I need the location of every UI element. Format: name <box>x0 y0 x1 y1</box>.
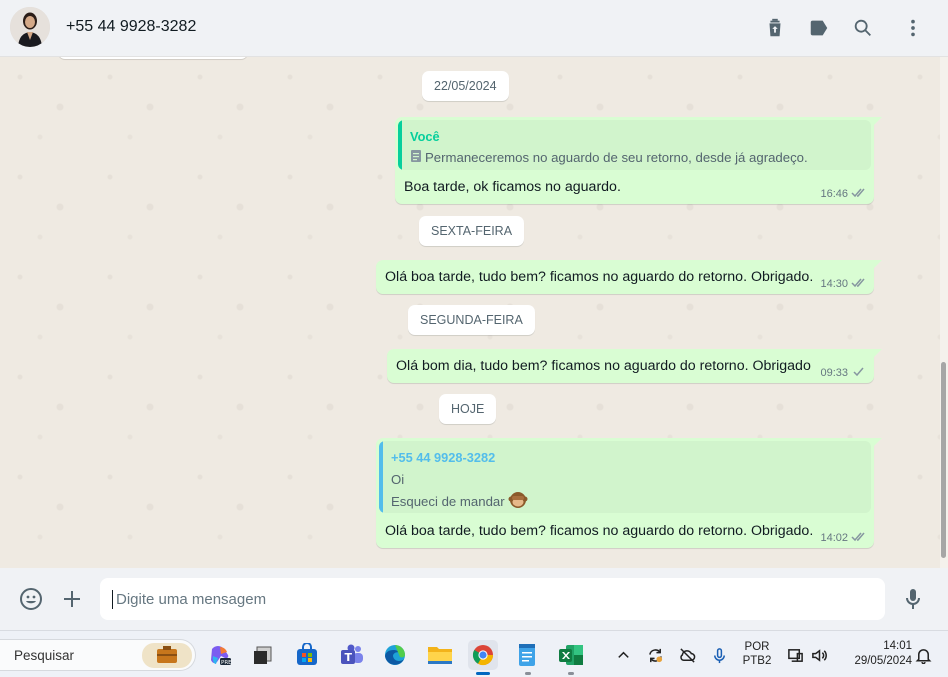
copilot-icon[interactable]: PRE <box>205 640 235 670</box>
clock[interactable]: 14:01 29/05/2024 <box>838 640 912 667</box>
quote-bar <box>379 441 383 513</box>
menu-icon[interactable] <box>899 14 927 42</box>
contact-avatar[interactable] <box>10 7 50 47</box>
windows-taskbar: Pesquisar PRE T POR PTB2 14:01 29/05/202… <box>0 630 948 677</box>
teams-icon[interactable]: T <box>337 640 367 670</box>
sync-icon[interactable] <box>646 646 664 664</box>
date-chip: 22/05/2024 <box>422 71 509 101</box>
text-cursor <box>112 590 113 609</box>
quote-text-line: Esqueci de mandar <box>391 490 528 513</box>
chrome-icon[interactable] <box>468 640 498 670</box>
chat-scrollbar-thumb[interactable] <box>941 362 946 558</box>
app-running-indicator <box>568 672 574 675</box>
app-running-indicator <box>525 672 531 675</box>
file-explorer-icon[interactable] <box>425 640 455 670</box>
quoted-message[interactable]: Você Permaneceremos no aguardo de seu re… <box>398 120 871 170</box>
emoji-icon[interactable] <box>16 584 46 614</box>
chevron-up-icon[interactable] <box>614 646 632 664</box>
taskbar-search-label: Pesquisar <box>14 648 75 663</box>
label-icon[interactable] <box>805 14 833 42</box>
document-icon <box>410 149 422 166</box>
svg-text:PRE: PRE <box>221 660 232 666</box>
quote-text: Permaneceremos no aguardo de seu retorno… <box>425 150 808 165</box>
quoted-message[interactable]: +55 44 9928-3282 Oi Esqueci de mandar <box>379 441 871 513</box>
notification-bell-icon[interactable] <box>914 646 932 664</box>
contact-name[interactable]: +55 44 9928-3282 <box>66 18 196 36</box>
message-meta: 09:33 <box>820 366 867 380</box>
chat-header: +55 44 9928-3282 <box>0 0 948 57</box>
quote-text: Esqueci de mandar <box>391 494 505 509</box>
svg-text:T: T <box>345 651 353 664</box>
double-check-icon <box>851 187 867 201</box>
chat-area[interactable]: 22/05/2024 Você Permaneceremos no aguard… <box>0 57 948 568</box>
microphone-tray-icon[interactable] <box>710 646 728 664</box>
message-bubble[interactable]: +55 44 9928-3282 Oi Esqueci de mandar Ol… <box>376 438 882 548</box>
double-check-icon <box>851 277 867 291</box>
volume-icon[interactable] <box>810 646 828 664</box>
message-time: 16:46 <box>820 188 848 200</box>
message-text: Olá boa tarde, tudo bem? ficamos no agua… <box>385 269 814 285</box>
microphone-icon[interactable] <box>898 584 928 614</box>
quote-author: Você <box>410 129 440 144</box>
message-bubble[interactable]: Você Permaneceremos no aguardo de seu re… <box>395 117 882 204</box>
search-icon[interactable] <box>849 14 877 42</box>
edge-icon[interactable] <box>380 640 410 670</box>
message-text: Boa tarde, ok ficamos no aguardo. <box>404 179 621 195</box>
trash-icon[interactable] <box>761 14 789 42</box>
quote-author: +55 44 9928-3282 <box>391 450 496 465</box>
message-bubble[interactable]: Olá boa tarde, tudo bem? ficamos no agua… <box>376 260 882 294</box>
network-icon[interactable] <box>786 646 804 664</box>
quote-text-line: Permaneceremos no aguardo de seu retorno… <box>410 149 808 166</box>
keyboard-layout: PTB2 <box>742 655 772 667</box>
double-check-icon <box>851 531 867 545</box>
monkey-emoji-icon <box>508 490 528 513</box>
quote-text: Oi <box>391 472 405 487</box>
plus-icon[interactable] <box>57 584 87 614</box>
date-chip: HOJE <box>439 394 497 424</box>
date-chip: SEGUNDA-FEIRA <box>408 305 535 335</box>
message-time: 09:33 <box>820 367 848 379</box>
language-indicator[interactable]: POR PTB2 <box>741 641 773 667</box>
message-time: 14:02 <box>820 532 848 544</box>
message-input[interactable] <box>100 578 885 620</box>
message-text: Olá boa tarde, tudo bem? ficamos no agua… <box>385 523 814 539</box>
message-meta: 14:02 <box>820 531 867 545</box>
previous-message-bubble <box>58 57 248 59</box>
message-text: Olá bom dia, tudo bem? ficamos no aguard… <box>396 358 811 374</box>
cloud-offline-icon[interactable] <box>678 646 696 664</box>
search-highlight-icon <box>142 643 192 668</box>
excel-icon[interactable] <box>556 640 586 670</box>
message-time: 14:30 <box>820 278 848 290</box>
app-icon[interactable] <box>248 640 278 670</box>
app-active-indicator <box>476 672 490 675</box>
quote-text-line: Oi <box>391 472 404 487</box>
message-meta: 16:46 <box>820 187 867 201</box>
single-check-icon <box>851 366 867 380</box>
date-chip: SEXTA-FEIRA <box>419 216 525 246</box>
clock-date: 29/05/2024 <box>854 655 912 667</box>
language-code: POR <box>744 641 770 653</box>
message-meta: 14:30 <box>820 277 867 291</box>
taskbar-search[interactable]: Pesquisar <box>0 639 196 671</box>
quote-bar <box>398 120 402 170</box>
notepad-icon[interactable] <box>512 640 542 670</box>
message-composer <box>0 568 948 630</box>
store-icon[interactable] <box>292 640 322 670</box>
clock-time: 14:01 <box>883 640 912 652</box>
message-bubble[interactable]: Olá bom dia, tudo bem? ficamos no aguard… <box>387 349 882 383</box>
